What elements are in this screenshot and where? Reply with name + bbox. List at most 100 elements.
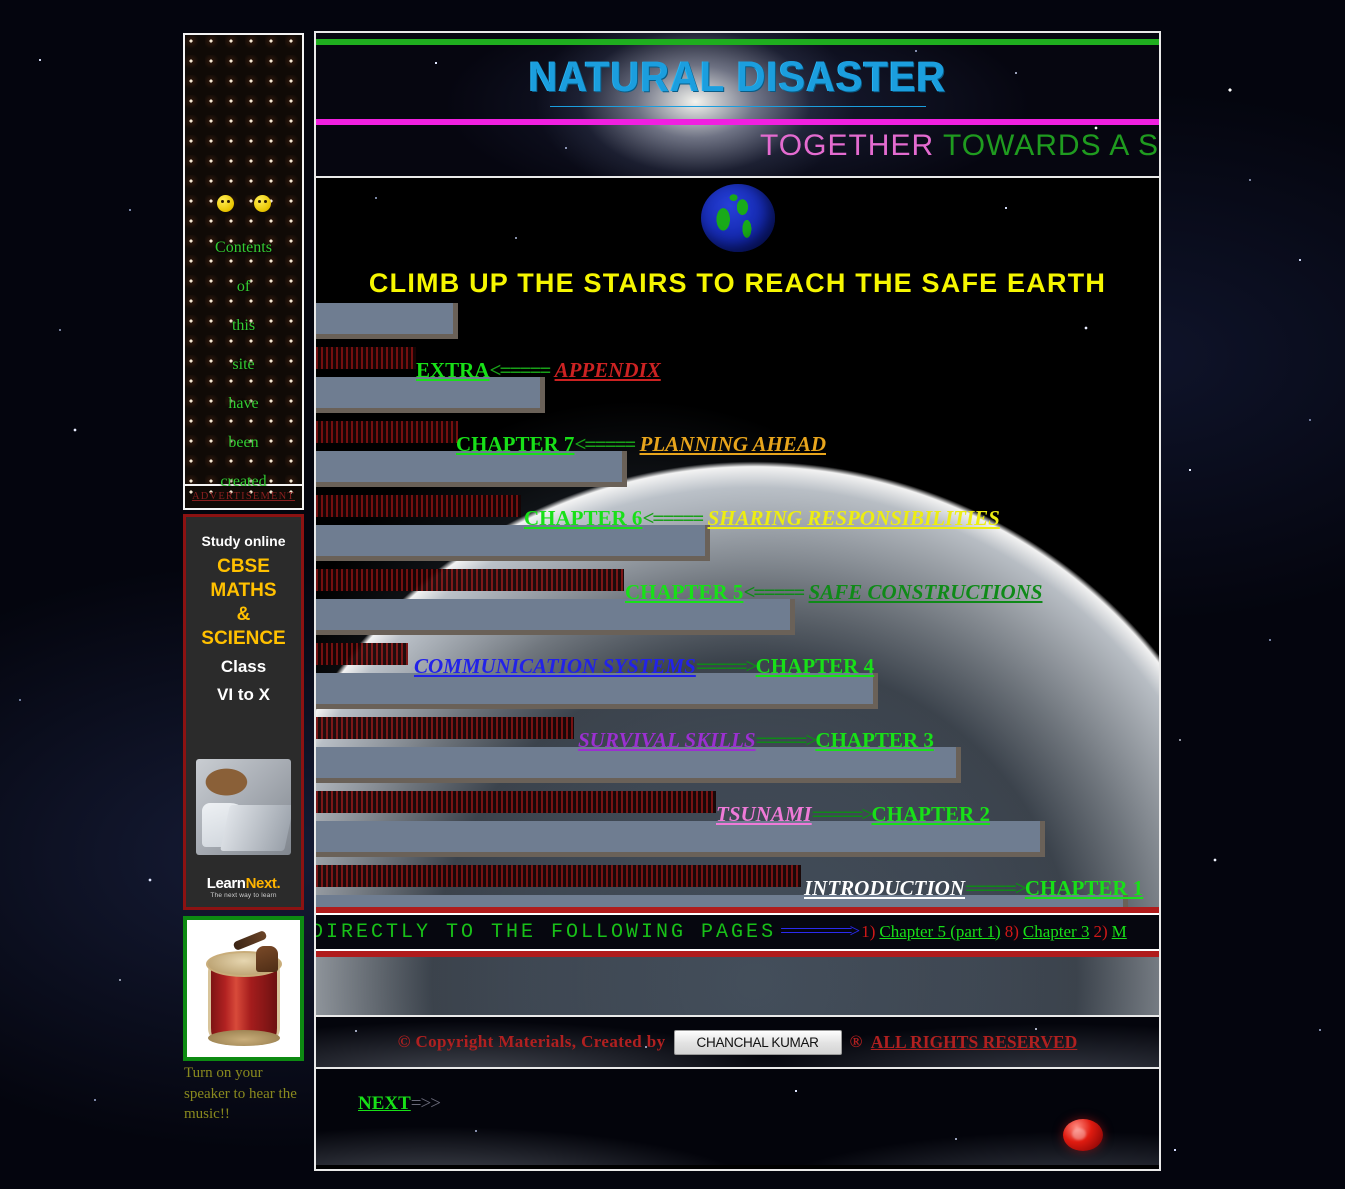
stair-riser: SURVIVAL SKILLS=====>CHAPTER 3 [316,711,1159,752]
page-root: Contents of this site have been created … [0,0,1345,1189]
contents-list: Contents of this site have been created [185,35,302,490]
riser-stripe-bar [316,569,624,591]
jump-number: 2) [1093,921,1108,941]
topic-link-safe-constructions[interactable]: SAFE CONSTRUCTIONS [809,580,1043,604]
globe-earth-icon [700,184,775,252]
topic-link-communication-systems[interactable]: COMMUNICATION SYSTEMS [414,654,696,678]
chapter-link-5[interactable]: CHAPTER 5 [625,580,743,604]
stair-riser: CHAPTER 7<===== PLANNING AHEAD [316,415,1159,456]
arrow-right-icon: =====> [695,654,758,678]
arrow-right-icon: =====> [755,728,818,752]
ad-line-study-online: Study online [201,533,286,549]
chapter-link-7[interactable]: CHAPTER 7 [456,432,574,456]
site-footer: © Copyright Materials, Created by CHANCH… [316,1015,1159,1069]
chapter-link-extra[interactable]: EXTRA [416,358,490,382]
jump-number: 1) [861,921,876,941]
contents-word: this [231,317,256,334]
topic-link-sharing-responsibilities[interactable]: SHARING RESPONSIBILITIES [708,506,1000,530]
contents-word: of [236,278,251,295]
riser-stripe-bar [316,495,521,517]
main-content: CLIMB UP THE STAIRS TO REACH THE SAFE EA… [316,178,1159,1015]
jump-bottom-rule [316,951,1159,957]
chapter-link-6[interactable]: CHAPTER 6 [524,506,642,530]
chapter-link-3[interactable]: CHAPTER 3 [815,728,933,752]
stair-riser: CHAPTER 5<===== SAFE CONSTRUCTIONS [316,563,1159,604]
header-green-rule [316,39,1159,45]
tagline-part-towards: TOWARDS A S [942,129,1159,162]
ad-line-ampersand: & [236,604,251,625]
chapter-link-4[interactable]: CHAPTER 4 [756,654,874,678]
tagline-part-together: TOGETHER [760,129,943,162]
bottom-bar: NEXT=>> [316,1069,1159,1165]
jump-arrow-icon: =========> [780,920,860,942]
author-button[interactable]: CHANCHAL KUMAR [673,1029,842,1055]
arrow-left-icon: <===== [743,580,805,604]
stair-riser: TSUNAMI=====>CHAPTER 2 [316,785,1159,826]
arrow-left-icon: <===== [574,432,636,456]
next-label: NEXT [358,1093,411,1114]
next-page-link[interactable]: NEXT=>> [358,1093,441,1115]
sidebar: Contents of this site have been created … [183,33,304,1173]
copyright-text: © Copyright Materials, Created by [397,1032,666,1051]
stairs-diagram: EXTRA<===== APPENDIX CHAPTER 7<===== PLA… [316,303,1159,933]
site-tagline-marquee: TOGETHER TOWARDS A S [760,129,1159,163]
riser-stripe-bar [316,865,801,887]
chapter-link-2[interactable]: CHAPTER 2 [872,802,990,826]
riser-stripe-bar [316,421,458,443]
stair-riser: CHAPTER 6<===== SHARING RESPONSIBILITIES [316,489,1159,530]
contents-word: have [228,395,259,412]
topic-link-planning-ahead[interactable]: PLANNING AHEAD [640,432,827,456]
ad-student-photo [196,759,291,855]
topic-link-survival-skills[interactable]: SURVIVAL SKILLS [578,728,756,752]
ad-line-cbse: CBSE [217,556,270,577]
riser-stripe-bar [316,717,574,739]
advertisement-banner[interactable]: Study online CBSE MATHS & SCIENCE Class … [183,514,304,910]
jump-link-chapter-3[interactable]: Chapter 3 [1023,922,1090,941]
all-rights-reserved: ALL RIGHTS RESERVED [870,1031,1078,1052]
stair-tread [316,303,458,339]
stair-riser: INTRODUCTION=====>CHAPTER 1 [316,859,1159,900]
site-title-underline [549,106,926,107]
riser-stripe-bar [316,791,716,813]
music-speaker-note: Turn on your speaker to hear the music!! [184,1065,297,1122]
ad-brand-prefix: Learn [206,875,246,892]
page-heading: CLIMB UP THE STAIRS TO REACH THE SAFE EA… [368,268,1107,298]
red-sphere-button[interactable] [1063,1119,1103,1151]
topic-link-introduction[interactable]: INTRODUCTION [804,876,965,900]
chapter-link-1[interactable]: CHAPTER 1 [1025,876,1143,900]
topic-link-appendix[interactable]: APPENDIX [555,358,661,382]
stair-riser: EXTRA<===== APPENDIX [316,341,1159,382]
ad-brand-tagline: The next way to learn [210,892,277,899]
arrow-right-icon: =====> [965,876,1027,900]
ad-brand-suffix: Next. [245,875,281,892]
next-arrow-icon: =>> [410,1093,441,1114]
jump-label: P DIRECTLY TO THE FOLLOWING PAGES [316,920,777,944]
header-pink-rule [316,119,1159,125]
site-title: NATURAL DISASTER [528,53,947,101]
jump-link-chapter-5-part-1[interactable]: Chapter 5 (part 1) [879,922,1000,941]
jump-number: 8) [1004,921,1019,941]
ad-line-maths: MATHS [210,580,277,601]
ad-line-science: SCIENCE [201,628,286,649]
smiley-face-icon [216,195,234,212]
drum-image [183,916,304,1061]
ad-line-grades: VI to X [217,685,270,704]
contents-word: Contents [215,239,272,256]
arrow-left-icon: <===== [489,358,552,382]
registered-mark: ® [849,1032,863,1051]
main-panel: NATURAL DISASTER TOGETHER TOWARDS A S CL… [314,31,1161,1171]
contents-word: site [232,356,255,373]
smiley-row [185,195,302,212]
topic-link-tsunami[interactable]: TSUNAMI [716,802,812,826]
advertisement-label: ADVERTISEMENT [185,484,302,508]
drum-body-icon [205,951,282,1046]
jump-marquee-bar: P DIRECTLY TO THE FOLLOWING PAGES ======… [316,913,1159,951]
smiley-face-icon [253,195,271,212]
riser-stripe-bar [316,347,416,369]
jump-section: P DIRECTLY TO THE FOLLOWING PAGES ======… [316,907,1159,957]
jump-link-truncated[interactable]: M [1112,922,1127,941]
sidebar-contents-box: Contents of this site have been created … [183,33,304,510]
stair-riser: COMMUNICATION SYSTEMS=====>CHAPTER 4 [316,637,1159,678]
ad-brand-logo: LearnNext. The next way to learn [186,875,301,899]
drum-hand-icon [256,946,278,972]
